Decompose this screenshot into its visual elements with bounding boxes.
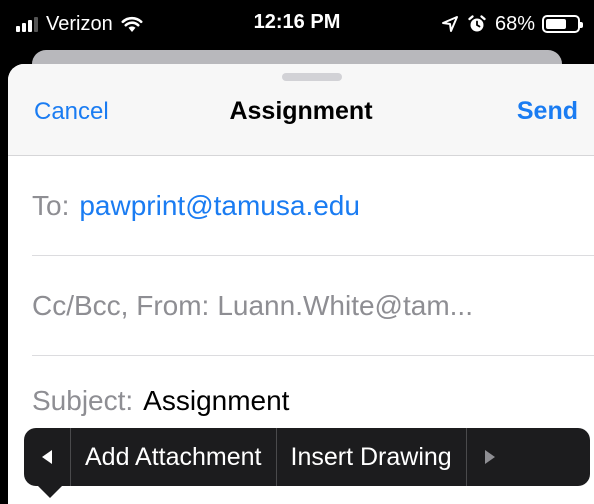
to-field[interactable]: To: pawprint@tamusa.edu bbox=[32, 156, 594, 256]
menu-next-button[interactable] bbox=[467, 428, 513, 486]
battery-icon bbox=[542, 15, 583, 33]
subject-label: Subject: bbox=[32, 385, 134, 416]
from-address: Luann.White@tam... bbox=[217, 289, 473, 321]
sheet-grabber-handle[interactable] bbox=[282, 73, 342, 81]
cc-bcc-from-label: Cc/Bcc, From: bbox=[32, 289, 210, 321]
add-attachment-menu-item[interactable]: Add Attachment bbox=[71, 428, 276, 486]
insert-drawing-menu-item[interactable]: Insert Drawing bbox=[277, 428, 466, 486]
subject-value[interactable]: Assignment bbox=[143, 385, 289, 417]
send-button[interactable]: Send bbox=[517, 97, 578, 126]
menu-previous-button[interactable] bbox=[24, 428, 70, 486]
alarm-icon bbox=[468, 15, 486, 32]
compose-title: Assignment bbox=[229, 97, 373, 125]
to-recipient[interactable]: pawprint@tamusa.edu bbox=[79, 190, 360, 222]
menu-pointer bbox=[36, 484, 64, 498]
location-icon bbox=[441, 16, 458, 32]
status-bar: Verizon 12:16 PM 68% bbox=[0, 0, 594, 48]
status-right: 68% bbox=[441, 11, 583, 37]
battery-fill bbox=[546, 19, 566, 29]
triangle-left-icon bbox=[42, 450, 52, 464]
battery-percent: 68% bbox=[494, 12, 535, 35]
to-label: To: bbox=[32, 189, 70, 221]
edit-menu: Add Attachment Insert Drawing bbox=[24, 428, 590, 498]
triangle-right-icon bbox=[484, 450, 495, 464]
battery-tip bbox=[580, 22, 583, 28]
cc-bcc-from-field[interactable]: Cc/Bcc, From: Luann.White@tam... bbox=[32, 256, 594, 356]
compose-nav-bar: Cancel Assignment Send bbox=[8, 64, 594, 156]
